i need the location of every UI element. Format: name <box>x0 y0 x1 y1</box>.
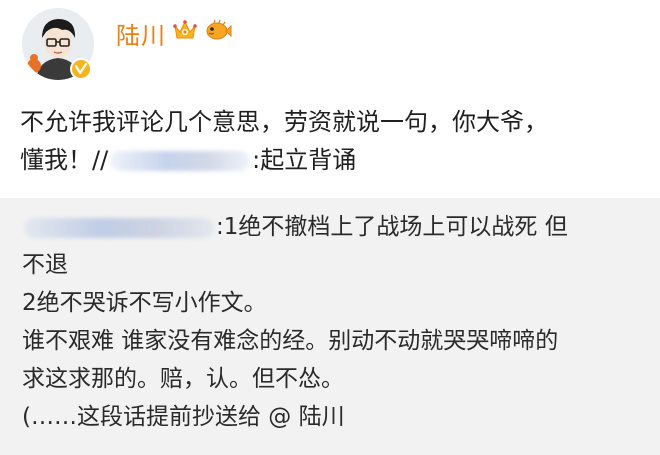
blurred-username <box>110 151 251 171</box>
repost-line-6: (……这段话提前抄送给 @ 陆川 <box>22 404 345 430</box>
repost-line-1: :1绝不撤档上了战场上可以战死 但 <box>22 208 642 246</box>
verified-badge-icon <box>70 58 92 80</box>
blurred-username <box>24 217 214 238</box>
pufferfish-icon <box>206 19 232 40</box>
repost-line-4: 谁不艰难 谁家没有难念的经。别动不动就哭哭啼啼的 <box>22 328 559 354</box>
reposted-content[interactable]: :1绝不撤档上了战场上可以战死 但 不退 2绝不哭诉不写小作文。 谁不艰难 谁家… <box>0 198 660 455</box>
repost-line-5: 求这求那的。赔，认。但不怂。 <box>22 366 344 392</box>
post-line-2-start: 懂我！// <box>20 146 109 174</box>
post-line-2-end: :起立背诵 <box>252 146 357 174</box>
post-line-1: 不允许我评论几个意思，劳资就说一句，你大爷， <box>20 108 548 136</box>
repost-line-3: 2绝不哭诉不写小作文。 <box>22 290 267 316</box>
post-body: 不允许我评论几个意思，劳资就说一句，你大爷， 懂我！// :起立背诵 <box>20 103 650 179</box>
post-line-2: 懂我！// :起立背诵 <box>20 141 650 179</box>
repost-line-1-text: :1绝不撤档上了战场上可以战死 但 <box>216 214 568 240</box>
repost-line-2: 不退 <box>22 252 68 278</box>
username[interactable]: 陆川 <box>116 16 166 51</box>
post-header: 陆川 <box>0 0 660 95</box>
repost-body: :1绝不撤档上了战场上可以战死 但 不退 2绝不哭诉不写小作文。 谁不艰难 谁家… <box>22 208 642 436</box>
crown-icon <box>173 20 197 39</box>
